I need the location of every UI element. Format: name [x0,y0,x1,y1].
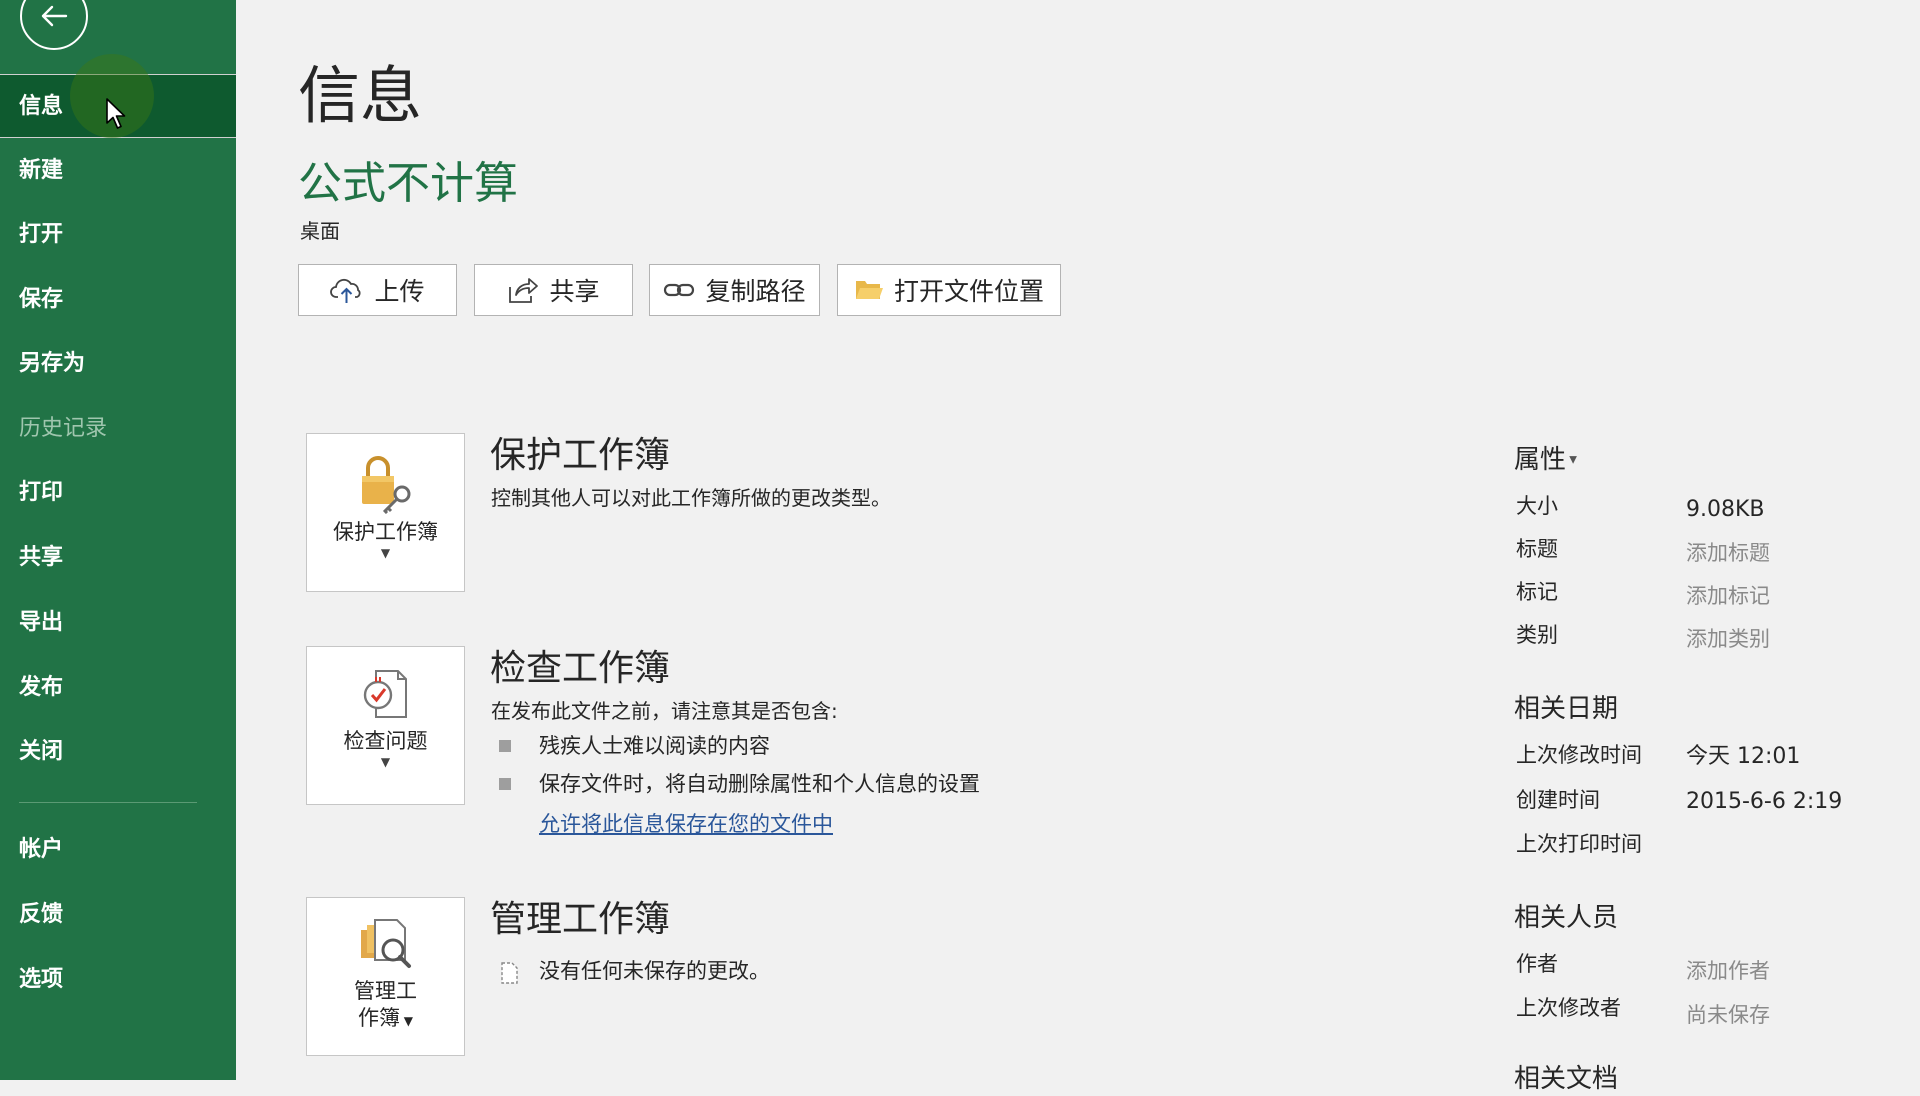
document-location: 桌面 [300,219,340,243]
open-file-location-button[interactable]: 打开文件位置 [837,264,1061,316]
properties-heading-text: 属性 [1514,445,1567,475]
prop-label-tags: 标记 [1516,580,1558,604]
allow-save-info-link[interactable]: 允许将此信息保存在您的文件中 [539,810,833,838]
prop-value-size: 9.08KB [1686,497,1765,522]
document-status-icon [501,962,518,984]
protect-description: 控制其他人可以对此工作簿所做的更改类型。 [491,486,891,510]
manage-card-label-line2: 作簿 ▼ [307,1005,464,1035]
copy-path-label: 复制路径 [705,277,806,306]
check-issues-button[interactable]: 检查问题 ▼ [306,646,465,805]
nav-item-print[interactable]: 打印 [0,461,236,525]
open-file-location-label: 打开文件位置 [893,277,1044,306]
manage-status-text: 没有任何未保存的更改。 [539,959,770,983]
nav-item-share[interactable]: 共享 [0,526,236,590]
manage-documents-icon [360,919,411,968]
copy-path-button[interactable]: 复制路径 [649,264,820,316]
backstage-sidebar: 信息 新建 打开 保存 另存为 历史记录 打印 共享 导出 发布 关闭 帐户 反… [0,0,236,1080]
mouse-cursor-icon [106,98,126,129]
protect-card-label: 保护工作簿 [333,520,438,544]
nav-item-history: 历史记录 [19,416,108,441]
date-label-created: 创建时间 [1516,788,1600,812]
prop-value-category[interactable]: 添加类别 [1686,625,1770,653]
prop-label-title: 标题 [1516,537,1558,561]
nav-item-open[interactable]: 打开 [0,203,236,267]
manage-workbook-button[interactable]: 管理工 作簿 ▼ [306,897,465,1056]
people-label-last-modified-by: 上次修改者 [1516,996,1621,1020]
nav-item-export[interactable]: 导出 [0,591,236,655]
chevron-down-icon: ▼ [380,755,391,769]
prop-value-title[interactable]: 添加标题 [1686,539,1770,567]
share-label: 共享 [549,277,600,306]
page-title: 信息 [298,59,423,132]
nav-item-options[interactable]: 选项 [0,948,236,1012]
date-value-modified: 今天 12:01 [1686,744,1801,769]
nav-item-new[interactable]: 新建 [0,139,236,203]
back-button[interactable] [20,0,88,50]
people-value-author[interactable]: 添加作者 [1686,957,1770,985]
date-label-modified: 上次修改时间 [1516,743,1642,767]
nav-item-publish[interactable]: 发布 [0,656,236,720]
properties-heading[interactable]: 属性 ▼ [1514,443,1577,478]
chevron-down-icon: ▼ [1566,454,1577,466]
share-icon [509,278,539,303]
related-people-heading: 相关人员 [1514,903,1619,933]
prop-label-size: 大小 [1516,494,1558,518]
nav-divider [19,802,197,803]
chevron-down-icon: ▼ [399,1014,414,1028]
nav-item-close[interactable]: 关闭 [0,720,236,784]
inspect-bullet-2: 保存文件时，将自动删除属性和个人信息的设置 [539,772,980,796]
chevron-down-icon: ▼ [380,546,391,560]
upload-label: 上传 [374,277,425,306]
link-icon [664,283,695,297]
manage-card-label-line1: 管理工 [354,979,417,1003]
date-value-created: 2015-6-6 2:19 [1686,789,1843,814]
upload-button[interactable]: 上传 [298,264,457,316]
folder-icon [855,281,883,299]
manage-title: 管理工作簿 [490,899,671,940]
share-button[interactable]: 共享 [474,264,633,316]
protect-workbook-button[interactable]: 保护工作簿 ▼ [306,433,465,592]
lock-key-icon [361,456,410,515]
related-documents-heading: 相关文档 [1514,1064,1619,1094]
nav-item-account[interactable]: 帐户 [0,818,236,882]
manage-card-label-line2-text: 作簿 [357,1006,400,1030]
nav-item-feedback[interactable]: 反馈 [0,883,236,947]
bullet-square-icon [499,740,511,752]
inspect-description: 在发布此文件之前，请注意其是否包含: [491,699,838,723]
inspect-document-icon [363,670,407,718]
prop-label-category: 类别 [1516,623,1558,647]
inspect-bullet-1: 残疾人士难以阅读的内容 [539,734,770,758]
bullet-square-icon [499,778,511,790]
cloud-upload-icon [330,278,361,303]
people-value-last-modified-by: 尚未保存 [1686,1003,1770,1027]
nav-item-save-as[interactable]: 另存为 [0,332,236,396]
back-arrow-icon [41,5,68,27]
inspect-title: 检查工作簿 [490,648,671,689]
protect-title: 保护工作簿 [490,435,671,476]
people-label-author: 作者 [1516,952,1558,976]
check-issues-card-label: 检查问题 [343,729,428,753]
date-label-printed: 上次打印时间 [1516,832,1642,856]
related-dates-heading: 相关日期 [1514,694,1619,724]
document-title: 公式不计算 [298,158,518,209]
nav-item-save[interactable]: 保存 [0,268,236,332]
prop-value-tags[interactable]: 添加标记 [1686,582,1770,610]
